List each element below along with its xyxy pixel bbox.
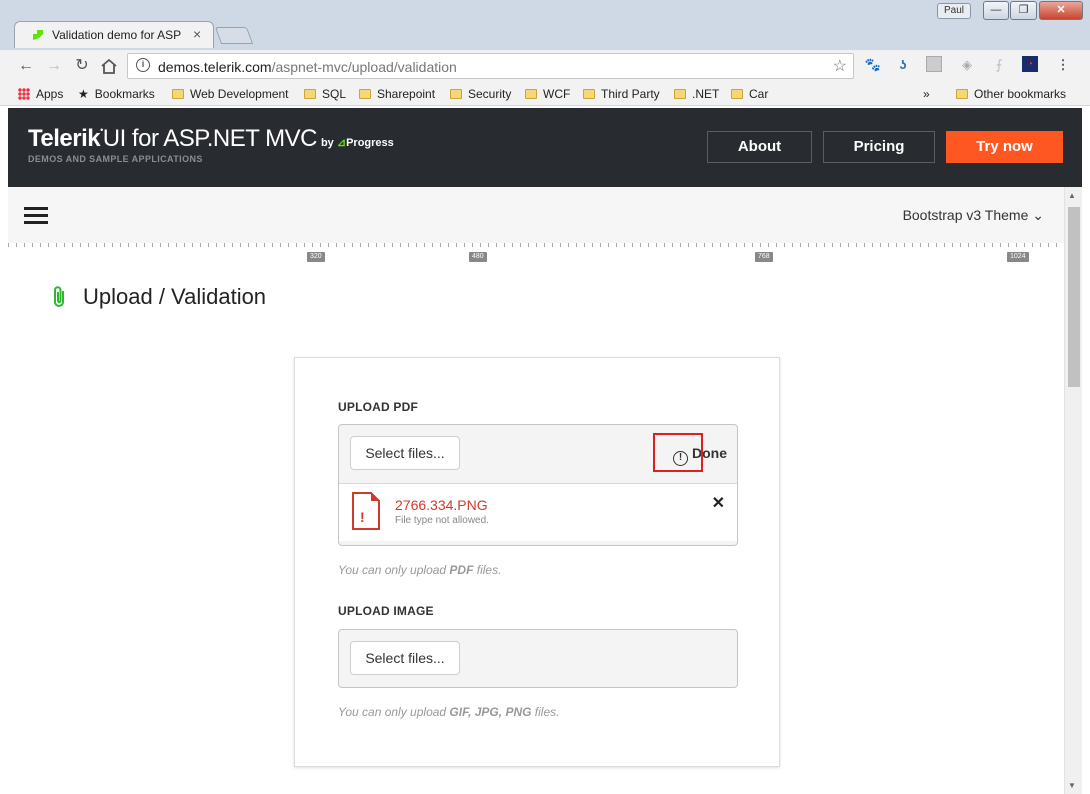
demo-card: UPLOAD PDF Select files... ! Done ! 2766.… xyxy=(294,357,780,767)
file-error-icon: ! xyxy=(352,492,380,530)
about-button[interactable]: About xyxy=(707,131,812,163)
upload-image-hint: You can only upload GIF, JPG, PNG files. xyxy=(338,705,560,719)
file-error-message: File type not allowed. xyxy=(395,515,489,526)
upload-image-widget: Select files... xyxy=(338,629,738,688)
bookmark-bookmarks[interactable]: ★ Bookmarks xyxy=(78,87,155,101)
pricing-button[interactable]: Pricing xyxy=(823,131,935,163)
chart-extension-icon[interactable] xyxy=(926,56,942,72)
close-window-button[interactable]: ✕ xyxy=(1039,1,1083,20)
diamond-extension-icon[interactable]: ◈ xyxy=(958,56,976,74)
ruler-mark[interactable]: 320 xyxy=(307,252,325,262)
folder-icon xyxy=(525,89,537,99)
folder-icon xyxy=(172,89,184,99)
url-text: demos.telerik.com/aspnet-mvc/upload/vali… xyxy=(158,59,457,75)
select-files-button[interactable]: Select files... xyxy=(350,436,460,470)
browser-titlebar: Validation demo for ASP × Paul — ❐ ✕ xyxy=(0,0,1090,50)
apps-grid-icon xyxy=(18,88,30,100)
extension-icon[interactable]: ʖ xyxy=(894,56,912,74)
page-scrollbar[interactable]: ▲ ▼ xyxy=(1064,187,1082,794)
bookmark-folder[interactable]: SQL xyxy=(304,87,346,101)
page-title: Upload / Validation xyxy=(83,284,267,309)
theme-selector[interactable]: Bootstrap v3 Theme ⌄ xyxy=(903,207,1044,224)
bookmark-folder[interactable]: Third Party xyxy=(583,87,660,101)
reload-icon[interactable]: ↻ xyxy=(72,56,92,76)
bookmark-folder[interactable]: Car xyxy=(731,87,768,101)
try-now-button[interactable]: Try now xyxy=(946,131,1063,163)
select-files-button[interactable]: Select files... xyxy=(350,641,460,675)
bookmarks-overflow-button[interactable]: » xyxy=(923,87,930,101)
back-icon[interactable]: ← xyxy=(16,56,36,76)
scrollbar-thumb[interactable] xyxy=(1068,207,1080,387)
bookmark-star-icon[interactable]: ☆ xyxy=(833,56,847,76)
folder-icon xyxy=(359,89,371,99)
upload-pdf-hint: You can only upload PDF files. xyxy=(338,563,502,577)
site-info-icon[interactable]: i xyxy=(136,58,150,72)
speed-extension-icon[interactable]: ◔ xyxy=(1022,56,1038,72)
responsive-ruler: 320 480 768 1024 xyxy=(8,243,1064,265)
bookmarks-bar: Apps ★ Bookmarks Web Development SQL Shar… xyxy=(0,82,1090,106)
folder-icon xyxy=(674,89,686,99)
hamburger-menu-icon[interactable] xyxy=(24,207,48,224)
browser-tab[interactable]: Validation demo for ASP × xyxy=(14,21,214,48)
bookmark-folder[interactable]: WCF xyxy=(525,87,570,101)
folder-icon xyxy=(731,89,743,99)
svg-text:!: ! xyxy=(360,509,365,525)
minimize-button[interactable]: — xyxy=(983,1,1009,20)
demo-subnav: Bootstrap v3 Theme ⌄ xyxy=(8,187,1064,243)
folder-icon xyxy=(956,89,968,99)
telerik-logo[interactable]: Telerik•UI for ASP.NET MVC by ⊿Progress xyxy=(28,125,394,153)
highlight-box xyxy=(653,433,703,472)
file-list-item: ! 2766.334.PNG File type not allowed. ✕ xyxy=(339,483,737,541)
ruler-mark[interactable]: 768 xyxy=(755,252,773,262)
browser-toolbar: ← → ↻ i demos.telerik.com/aspnet-mvc/upl… xyxy=(0,50,1090,82)
address-bar[interactable]: i demos.telerik.com/aspnet-mvc/upload/va… xyxy=(127,53,854,79)
upload-pdf-widget: Select files... ! Done ! 2766.334.PNG Fil… xyxy=(338,424,738,546)
file-name: 2766.334.PNG xyxy=(395,497,488,513)
scroll-up-icon[interactable]: ▲ xyxy=(1068,191,1076,200)
bookmark-folder[interactable]: .NET xyxy=(674,87,719,101)
new-tab-button[interactable] xyxy=(214,27,254,44)
home-icon[interactable] xyxy=(100,58,118,75)
telerik-favicon-icon xyxy=(33,30,43,40)
bookmark-other[interactable]: Other bookmarks xyxy=(956,87,1066,101)
profile-button[interactable]: Paul xyxy=(937,3,971,19)
chevron-down-icon: ⌄ xyxy=(1032,207,1044,223)
bookmark-folder[interactable]: Sharepoint xyxy=(359,87,435,101)
menu-dots-icon[interactable]: ⋮ xyxy=(1054,56,1072,74)
ruler-mark[interactable]: 1024 xyxy=(1007,252,1029,262)
bookmark-apps[interactable]: Apps xyxy=(18,87,63,101)
tab-title: Validation demo for ASP xyxy=(52,28,182,42)
folder-icon xyxy=(583,89,595,99)
folder-icon xyxy=(450,89,462,99)
remove-file-icon[interactable]: ✕ xyxy=(712,493,725,513)
site-header: Telerik•UI for ASP.NET MVC by ⊿Progress D… xyxy=(8,108,1082,187)
paw-extension-icon[interactable]: 🐾 xyxy=(864,56,882,74)
bookmark-folder[interactable]: Web Development xyxy=(172,87,289,101)
folder-icon xyxy=(304,89,316,99)
upload-pdf-label: UPLOAD PDF xyxy=(338,400,418,414)
upload-image-label: UPLOAD IMAGE xyxy=(338,604,434,618)
bookmark-folder[interactable]: Security xyxy=(450,87,511,101)
pdf-extension-icon[interactable]: ⨍ xyxy=(990,56,1008,74)
logo-subtitle: DEMOS AND SAMPLE APPLICATIONS xyxy=(28,154,203,164)
ruler-mark[interactable]: 480 xyxy=(469,252,487,262)
tab-close-icon[interactable]: × xyxy=(193,26,201,42)
scroll-down-icon[interactable]: ▼ xyxy=(1068,781,1076,790)
progress-logo-icon: ⊿ xyxy=(336,137,347,149)
star-icon: ★ xyxy=(78,87,89,101)
paperclip-icon xyxy=(54,286,64,307)
forward-icon[interactable]: → xyxy=(44,56,64,76)
maximize-button[interactable]: ❐ xyxy=(1010,1,1037,20)
